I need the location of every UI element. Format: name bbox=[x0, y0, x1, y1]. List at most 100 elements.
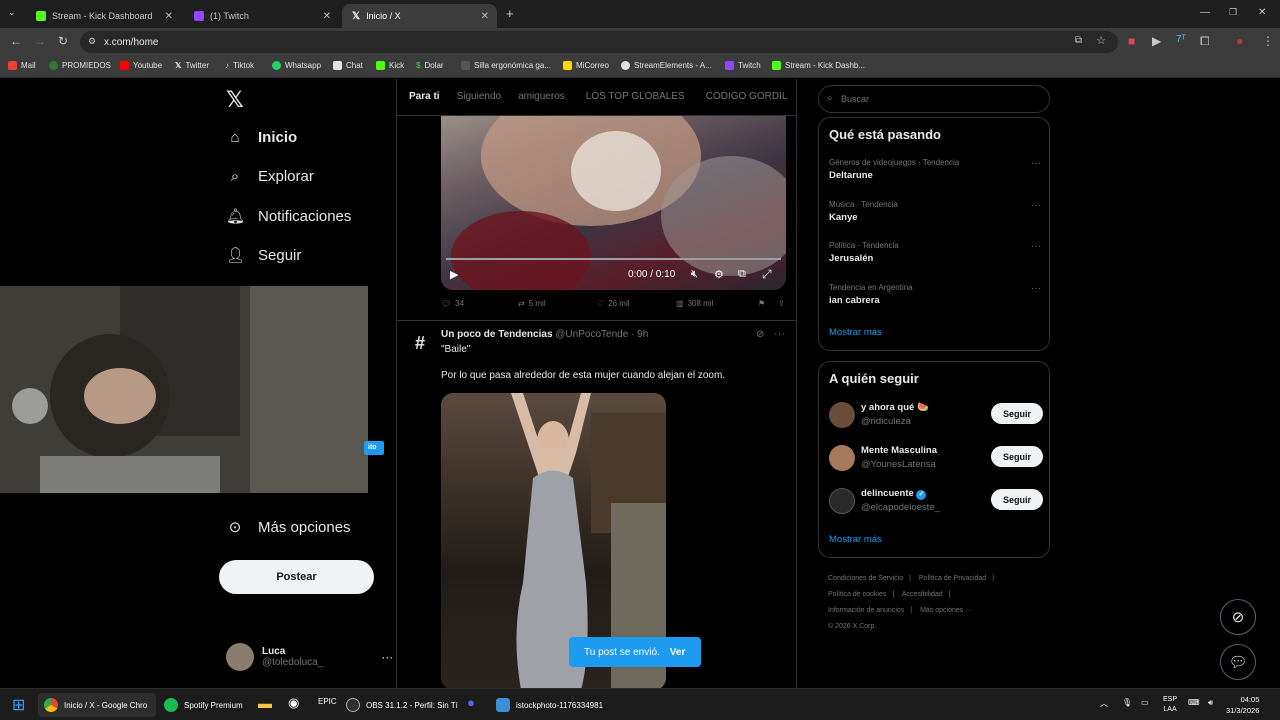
clock[interactable]: 04:05 31/3/2026 bbox=[1226, 694, 1259, 716]
microphone-icon[interactable]: 🎙︎ bbox=[1122, 698, 1132, 707]
volume-icon[interactable]: 🔊︎ bbox=[1208, 698, 1213, 708]
messages-fab-icon[interactable]: 💬︎ bbox=[1220, 644, 1256, 680]
close-icon[interactable]: ✕ bbox=[481, 11, 489, 22]
taskbar-obs[interactable]: OBS 31.1.2 - Perfil: Sin Tí bbox=[340, 693, 464, 717]
tab-siguiendo[interactable]: Siguiendo bbox=[440, 79, 501, 115]
steam-icon[interactable]: ◉ bbox=[288, 695, 299, 711]
minimize-icon[interactable]: — bbox=[1200, 7, 1210, 18]
fullscreen-icon[interactable]: ⤢ bbox=[762, 267, 772, 282]
footer-link[interactable]: Condiciones de Servicio bbox=[828, 575, 903, 582]
tab-amigueros[interactable]: amigueros bbox=[501, 79, 565, 115]
post-handle[interactable]: @UnPocoTende · 9h bbox=[555, 329, 648, 340]
cast-icon[interactable]: ⧉ bbox=[1075, 35, 1082, 46]
settings-icon[interactable]: ⚙ bbox=[714, 268, 724, 281]
follow-button[interactable]: Seguir bbox=[991, 446, 1043, 467]
show-more-link[interactable]: Mostrar más bbox=[829, 534, 882, 545]
bookmark-dolar[interactable]: $ Dolar bbox=[416, 61, 444, 70]
post-button[interactable]: Postear bbox=[219, 560, 374, 594]
bookmark-whatsapp[interactable]: Whatsapp bbox=[272, 61, 321, 70]
tab-kick-dashboard[interactable]: Stream - Kick Dashboard ✕ bbox=[26, 4, 181, 28]
usb-icon[interactable]: ▭ bbox=[1141, 698, 1149, 707]
x-logo-icon[interactable]: 𝕏 bbox=[226, 88, 244, 113]
footer-link[interactable]: Más opciones ··· bbox=[920, 607, 972, 614]
tab-twitch[interactable]: (1) Twitch ✕ bbox=[184, 4, 339, 28]
tray-chevron-icon[interactable]: ︿ bbox=[1100, 698, 1108, 709]
more-dots-icon[interactable]: ··· bbox=[1031, 241, 1041, 252]
search-input[interactable]: ⌕ Buscar bbox=[818, 85, 1050, 113]
maximize-icon[interactable]: ❐ bbox=[1229, 7, 1237, 18]
bookmark-icon[interactable]: ⚑ bbox=[758, 299, 778, 308]
progress-bar[interactable] bbox=[446, 258, 781, 260]
nav-notifications[interactable]: 🔔︎ Notificaciones bbox=[226, 207, 351, 226]
repost-button[interactable]: ⇄ 5 mil bbox=[518, 299, 597, 308]
grok-icon[interactable]: ⊘ bbox=[756, 329, 764, 340]
extensions-icon[interactable]: ⧠ bbox=[1200, 34, 1210, 49]
language-indicator[interactable]: ESP LAA bbox=[1163, 695, 1177, 715]
taskbar-chrome[interactable]: Inicio / X - Google Chro bbox=[38, 693, 156, 717]
taskbar-spotify[interactable]: Spotify Premium bbox=[158, 693, 249, 717]
bookmark-silla[interactable]: Silla ergonómica ga... bbox=[461, 61, 551, 70]
nav-more-options[interactable]: ⊙ Más opciones bbox=[226, 518, 351, 537]
nav-explore[interactable]: ⌕ Explorar bbox=[226, 168, 314, 185]
address-bar[interactable]: ⚙ x.com/home ⧉ ☆ bbox=[80, 31, 1118, 53]
discord-icon[interactable]: ● bbox=[467, 695, 475, 710]
more-dots-icon[interactable]: ··· bbox=[1031, 200, 1041, 211]
post-author[interactable]: Un poco de Tendencias bbox=[441, 329, 553, 340]
site-info-icon[interactable]: ⚙ bbox=[88, 36, 96, 47]
epic-games-icon[interactable]: EPIC bbox=[318, 697, 337, 706]
footer-link[interactable]: Política de cookies bbox=[828, 591, 886, 598]
bookmark-star-icon[interactable]: ☆ bbox=[1096, 34, 1106, 47]
network-icon[interactable]: ⌨ bbox=[1188, 698, 1200, 707]
nav-follow[interactable]: 👤︎ Seguir bbox=[226, 246, 301, 265]
reload-icon[interactable]: ↻ bbox=[58, 34, 68, 48]
bookmark-chat[interactable]: Chat bbox=[333, 61, 363, 70]
extension-icon[interactable]: ■ bbox=[1128, 34, 1135, 48]
bookmark-promiedos[interactable]: PROMIEDOS bbox=[49, 61, 111, 70]
forward-icon[interactable]: → bbox=[34, 34, 46, 48]
footer-link[interactable]: Información de anuncios bbox=[828, 607, 904, 614]
mute-icon[interactable]: 🔇︎ bbox=[691, 268, 698, 281]
show-more-link[interactable]: Mostrar más bbox=[829, 327, 882, 338]
share-icon[interactable]: ⇪ bbox=[778, 299, 785, 308]
bookmark-micorreo[interactable]: MiCorreo bbox=[563, 61, 609, 70]
menu-icon[interactable]: ⋮ bbox=[1262, 34, 1274, 48]
nav-home[interactable]: ⌂ Inicio bbox=[226, 129, 297, 146]
footer-link[interactable]: Política de Privacidad bbox=[919, 575, 986, 582]
trend-item[interactable]: Política · Tendencia Jerusalén ··· bbox=[829, 241, 1043, 264]
follow-suggestion[interactable]: y ahora qué 🍉 @ridiculeza Seguir bbox=[829, 400, 1043, 430]
translate-icon[interactable]: 7ᵀ bbox=[1176, 34, 1186, 45]
footer-link[interactable]: Accesibilidad bbox=[902, 591, 943, 598]
account-switcher[interactable]: Luca @toledoluca_ ··· bbox=[226, 643, 393, 671]
tab-para-ti[interactable]: Para ti bbox=[397, 79, 440, 115]
back-icon[interactable]: ← bbox=[10, 34, 22, 48]
taskbar-photo[interactable]: istockphoto-1176334981 bbox=[490, 693, 609, 717]
close-icon[interactable]: ✕ bbox=[323, 11, 331, 22]
bookmark-mail[interactable]: Mail bbox=[8, 61, 36, 70]
profile-icon[interactable]: ● bbox=[1236, 34, 1243, 48]
bookmark-youtube[interactable]: Youtube bbox=[120, 61, 162, 70]
bookmark-twitter[interactable]: 𝕏 Twitter bbox=[175, 61, 209, 70]
play-icon[interactable]: ▶ bbox=[450, 268, 458, 281]
bookmark-kick-dashboard[interactable]: Stream - Kick Dashb... bbox=[772, 61, 865, 70]
window-close-icon[interactable]: ✕ bbox=[1258, 7, 1266, 18]
follow-button[interactable]: Seguir bbox=[991, 489, 1043, 510]
toast-view-link[interactable]: Ver bbox=[670, 647, 686, 658]
more-dots-icon[interactable]: ··· bbox=[774, 328, 785, 340]
follow-suggestion[interactable]: delincuente ✓ @elcapodeloeste_ Seguir bbox=[829, 486, 1043, 516]
tab-top-globales[interactable]: LOS TOP GLOBALES bbox=[565, 79, 685, 115]
bookmark-streamelements[interactable]: StreamElements - A... bbox=[621, 61, 712, 70]
grok-fab-icon[interactable]: ⊘ bbox=[1220, 599, 1256, 635]
tab-search-icon[interactable]: ⌄ bbox=[8, 7, 16, 18]
tab-x-home[interactable]: 𝕏 Inicio / X ✕ bbox=[342, 4, 497, 28]
more-dots-icon[interactable]: ··· bbox=[1031, 158, 1041, 169]
windows-start-icon[interactable]: ⊞ bbox=[12, 695, 25, 715]
close-icon[interactable]: ✕ bbox=[165, 11, 173, 22]
more-dots-icon[interactable]: ··· bbox=[1031, 283, 1041, 294]
views-button[interactable]: ▥ 308 mil bbox=[676, 299, 758, 308]
reply-button[interactable]: 💬︎ 34 bbox=[441, 299, 518, 308]
trend-item[interactable]: Géneros de videojuegos · Tendencia Delta… bbox=[829, 158, 1043, 181]
file-explorer-icon[interactable]: ▬ bbox=[258, 695, 272, 711]
more-dots-icon[interactable]: ··· bbox=[381, 650, 393, 664]
bookmark-kick[interactable]: Kick bbox=[376, 61, 404, 70]
tab-codigo-gordil[interactable]: CODIGO GORDIL bbox=[685, 79, 788, 115]
